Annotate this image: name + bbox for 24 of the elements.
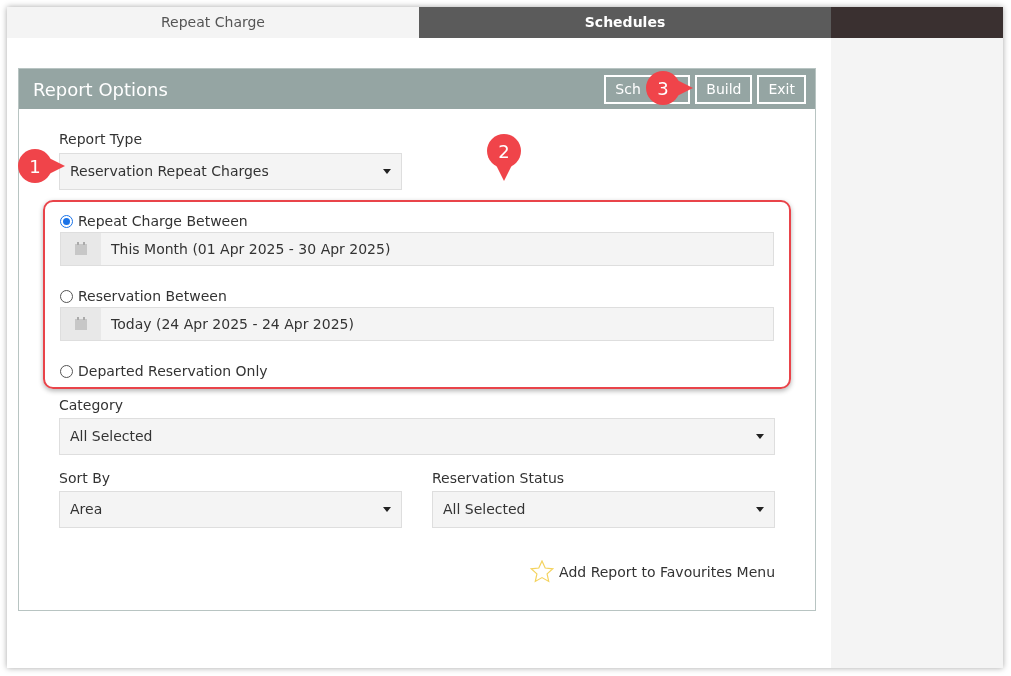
tab[interactable]: Schedules (419, 7, 831, 38)
caret-icon (383, 507, 391, 512)
star-icon[interactable] (530, 560, 555, 584)
radio-label: Repeat Charge Between (78, 211, 248, 231)
category-dropdown[interactable]: All Selected (59, 418, 775, 455)
calendar-icon (74, 317, 88, 331)
field-label: Reservation Status (432, 469, 566, 488)
field-label: Report Type (59, 130, 143, 149)
calendar-icon (74, 242, 88, 256)
caret-icon (383, 169, 391, 174)
field-label: Category (59, 396, 124, 415)
tab[interactable]: Repeat Charge (7, 7, 419, 38)
report-type-dropdown[interactable]: Reservation Repeat Charges (59, 153, 402, 190)
caret-icon (756, 434, 764, 439)
date-range-field[interactable]: Today (24 Apr 2025 - 24 Apr 2025) (60, 307, 774, 341)
date-range-field[interactable]: This Month (01 Apr 2025 - 30 Apr 2025) (60, 232, 774, 266)
radio-label: Reservation Between (78, 286, 227, 306)
caret-icon (756, 507, 764, 512)
panel-title: Report Options (33, 77, 168, 102)
field-label: Sort By (59, 469, 112, 488)
favourites-link[interactable]: Add Report to Favourites Menu (559, 561, 775, 583)
status-dropdown[interactable]: All Selected (432, 491, 775, 528)
sort-by-dropdown[interactable]: Area (59, 491, 402, 528)
radio-label: Departed Reservation Only (78, 361, 268, 381)
